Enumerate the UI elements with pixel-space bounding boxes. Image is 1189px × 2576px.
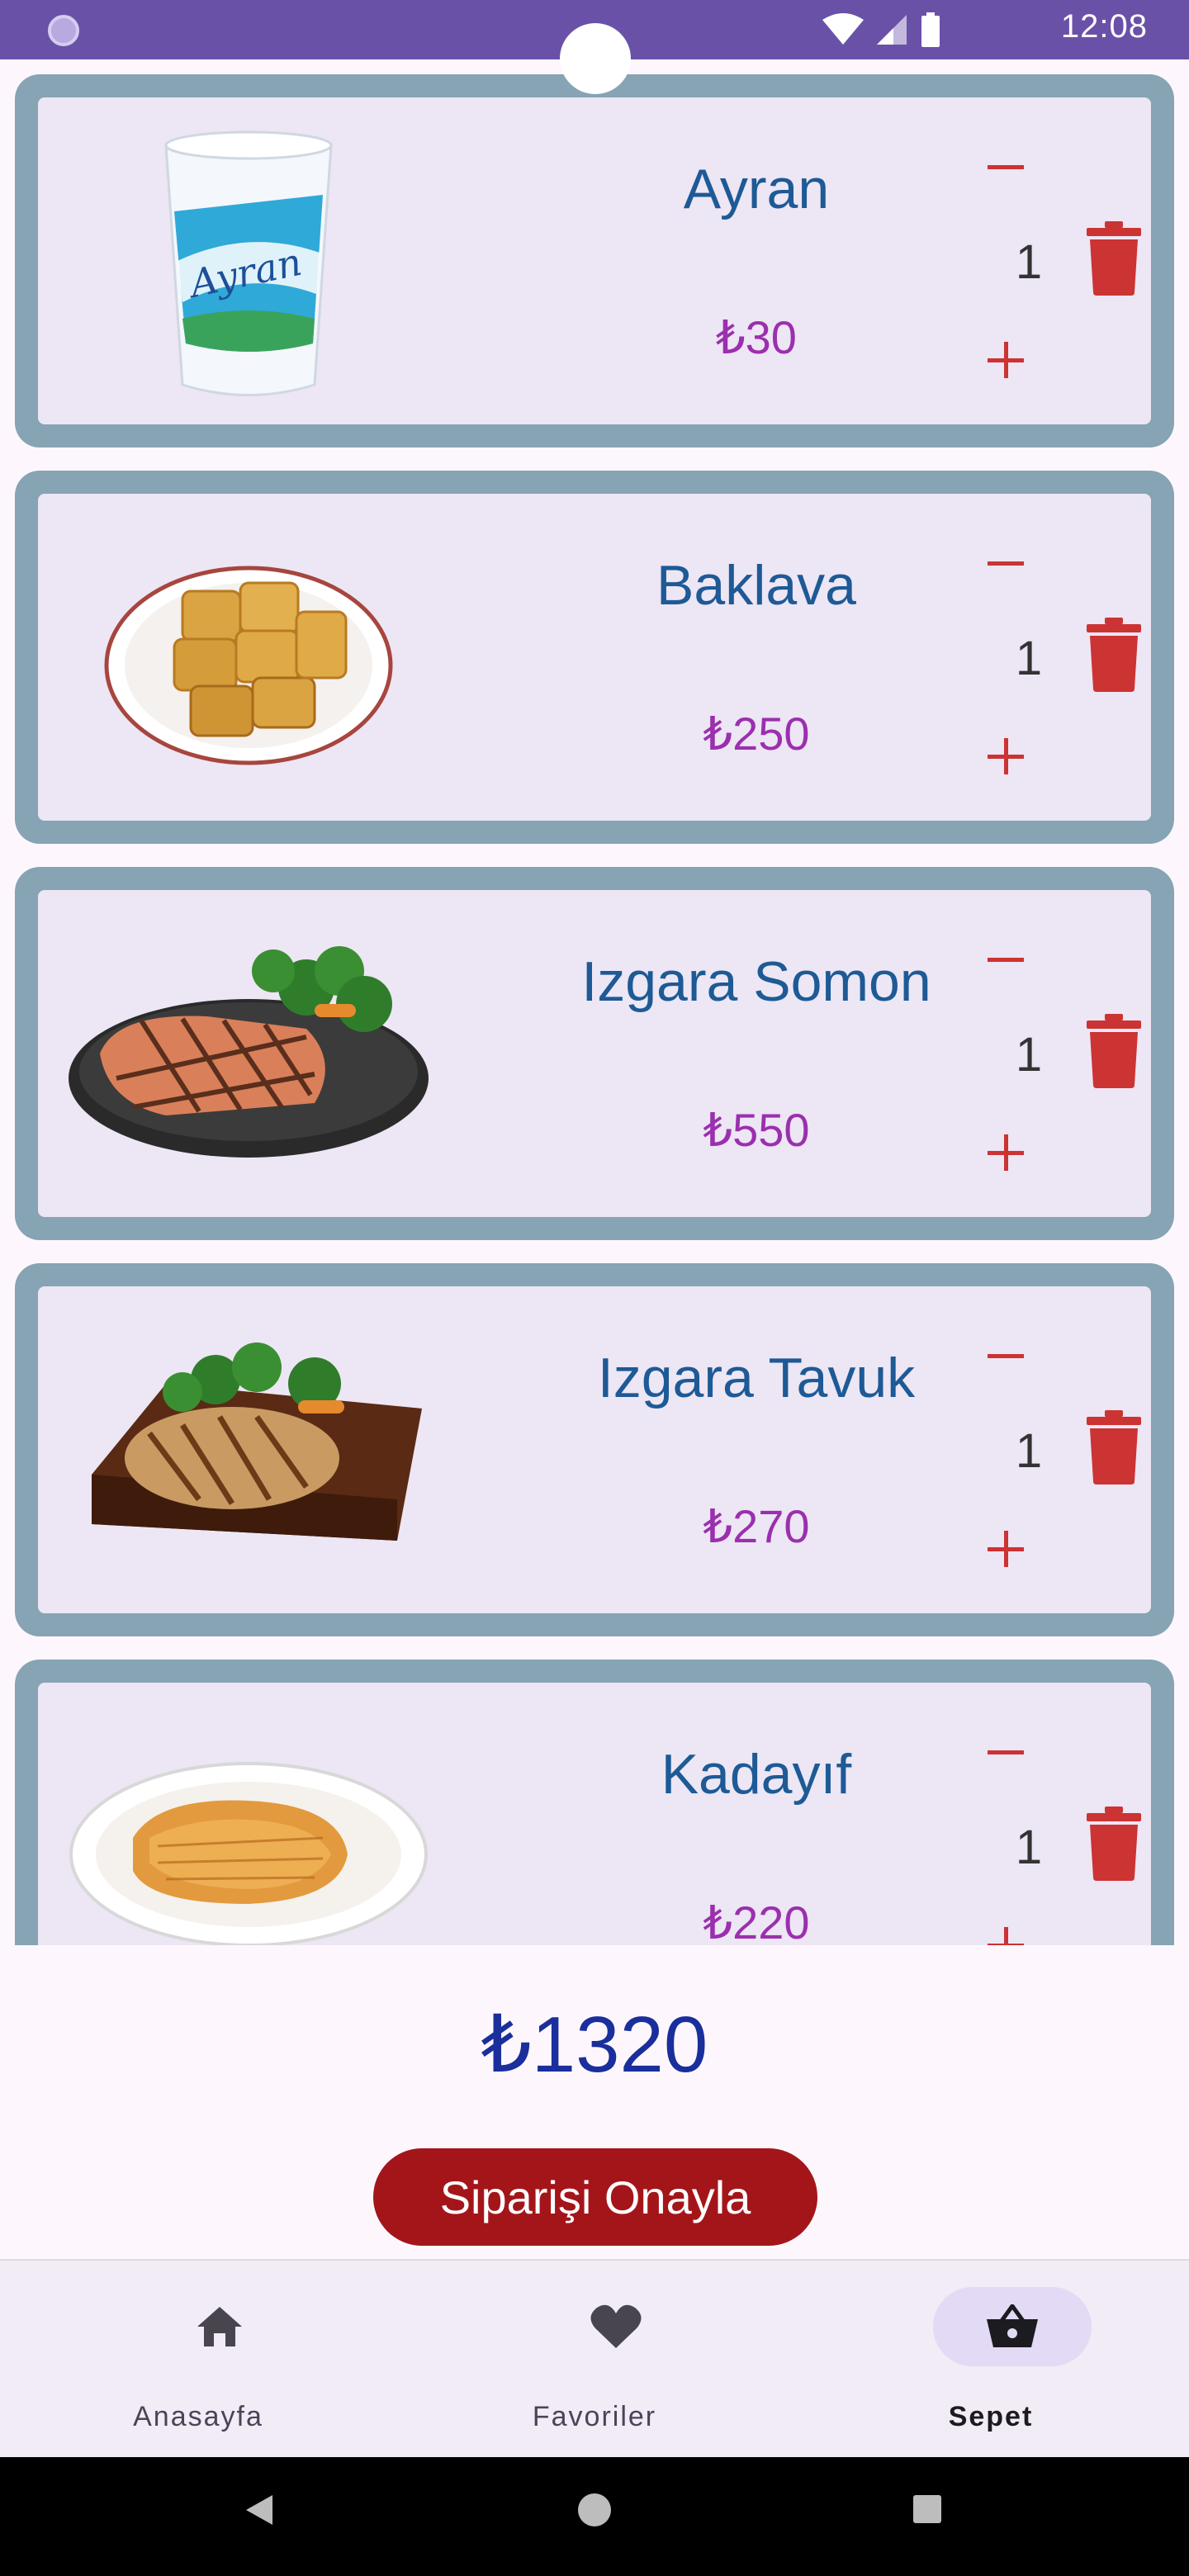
item-price: ₺550 — [703, 1104, 810, 1156]
trash-icon[interactable] — [1085, 1014, 1143, 1088]
cart-item: Izgara Somon ₺550 1 — [15, 867, 1174, 1240]
quantity-value: 1 — [1015, 235, 1043, 289]
nav-item-favorites[interactable]: Favoriler — [396, 2261, 793, 2459]
camera-cutout — [560, 23, 631, 94]
increase-quantity-button[interactable] — [976, 330, 1035, 390]
item-image — [63, 519, 434, 796]
ayran-cup-image: Ayran — [164, 130, 333, 396]
signal-icon — [877, 15, 907, 45]
grilled-chicken-image — [92, 1342, 422, 1541]
item-price: ₺270 — [703, 1500, 810, 1552]
quantity-value: 1 — [1015, 1424, 1043, 1478]
status-icons — [822, 12, 941, 48]
cart-item-body: Ayran Ayran ₺30 1 — [38, 97, 1151, 424]
cart-item-body: Izgara Somon ₺550 1 — [38, 890, 1151, 1217]
item-image — [63, 915, 434, 1192]
cart-total: ₺1320 — [481, 2001, 708, 2089]
increase-quantity-button[interactable] — [976, 1915, 1035, 1945]
back-icon[interactable] — [243, 2493, 276, 2526]
confirm-order-button[interactable]: Siparişi Onayla — [373, 2148, 817, 2246]
item-name: Izgara Tavuk — [597, 1347, 916, 1409]
trash-icon[interactable] — [1085, 1807, 1143, 1881]
trash-icon[interactable] — [1085, 618, 1143, 692]
baklava-image — [104, 566, 393, 765]
trash-icon[interactable] — [1085, 1410, 1143, 1485]
decrease-quantity-button[interactable] — [976, 1326, 1035, 1385]
decrease-quantity-button[interactable] — [976, 1722, 1035, 1782]
cart-item-body: Kadayıf ₺220 1 — [38, 1683, 1151, 1945]
nav-item-home[interactable]: Anasayfa — [0, 2261, 396, 2459]
increase-quantity-button[interactable] — [976, 727, 1035, 786]
nav-icon-container — [140, 2287, 299, 2366]
cart-item-body: Izgara Tavuk ₺270 1 — [38, 1286, 1151, 1613]
cart-item-body: Baklava ₺250 1 — [38, 494, 1151, 821]
notification-icon — [48, 15, 79, 46]
cart-item: Baklava ₺250 1 — [15, 471, 1174, 844]
item-name: Baklava — [656, 554, 856, 617]
item-price: ₺220 — [703, 1896, 810, 1945]
battery-icon — [921, 12, 940, 47]
decrease-quantity-button[interactable] — [976, 533, 1035, 593]
home-button-icon[interactable] — [578, 2493, 611, 2526]
nav-label: Anasayfa — [133, 2401, 263, 2432]
status-time: 12:08 — [1060, 8, 1148, 45]
system-navigation-bar — [0, 2457, 1189, 2576]
cart-item: Ayran Ayran ₺30 1 — [15, 74, 1174, 447]
recent-apps-icon[interactable] — [913, 2495, 941, 2523]
item-price: ₺30 — [716, 311, 797, 363]
nav-item-cart[interactable]: Sepet — [793, 2261, 1189, 2459]
quantity-value: 1 — [1015, 632, 1043, 685]
basket-icon — [987, 2304, 1038, 2347]
quantity-value: 1 — [1015, 1821, 1043, 1874]
decrease-quantity-button[interactable] — [976, 137, 1035, 197]
item-name: Ayran — [683, 158, 830, 220]
quantity-value: 1 — [1015, 1028, 1043, 1082]
item-image: Ayran — [63, 122, 434, 400]
wifi-icon — [822, 13, 864, 45]
cart-item: Kadayıf ₺220 1 — [15, 1660, 1174, 1945]
nav-icon-container — [537, 2287, 695, 2366]
item-price: ₺250 — [703, 708, 810, 760]
home-icon — [197, 2307, 242, 2346]
decrease-quantity-button[interactable] — [976, 930, 1035, 989]
item-image — [63, 1707, 434, 1945]
cart-list[interactable]: Ayran Ayran ₺30 1 Baklava ₺250 1 Izgara … — [0, 59, 1189, 1945]
increase-quantity-button[interactable] — [976, 1123, 1035, 1182]
increase-quantity-button[interactable] — [976, 1519, 1035, 1579]
nav-label: Favoriler — [532, 2401, 657, 2432]
item-name: Kadayıf — [661, 1743, 852, 1806]
item-name: Izgara Somon — [581, 950, 931, 1013]
cart-item: Izgara Tavuk ₺270 1 — [15, 1263, 1174, 1636]
trash-icon[interactable] — [1085, 221, 1143, 296]
kadayif-image — [69, 1762, 428, 1945]
bottom-navigation: Anasayfa Favoriler Sepet — [0, 2259, 1189, 2457]
grilled-salmon-image — [69, 946, 429, 1158]
item-image — [63, 1311, 434, 1589]
nav-icon-container — [933, 2287, 1092, 2366]
heart-icon — [590, 2304, 642, 2348]
nav-label: Sepet — [948, 2401, 1034, 2432]
